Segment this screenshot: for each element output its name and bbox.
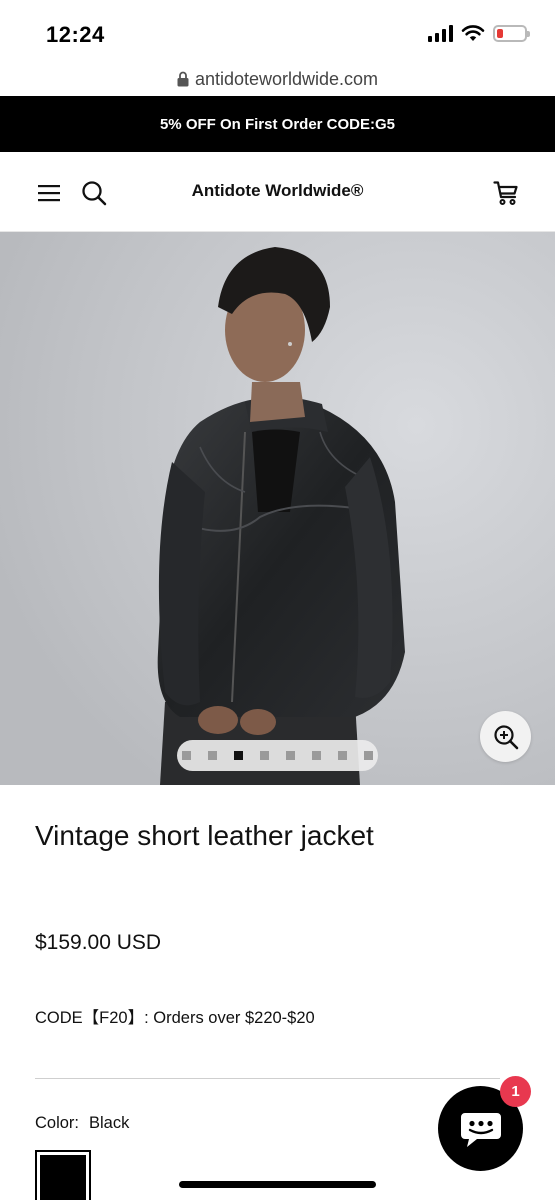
zoom-in-icon bbox=[493, 724, 518, 749]
gallery-dot[interactable] bbox=[182, 751, 191, 760]
product-photo bbox=[0, 232, 555, 785]
product-title: Vintage short leather jacket bbox=[35, 820, 374, 851]
color-label: Color: bbox=[35, 1114, 80, 1132]
promo-text: CODE【F20】: Orders over $220-$20 bbox=[35, 1009, 315, 1027]
lock-icon bbox=[177, 71, 189, 87]
status-icons bbox=[428, 24, 530, 42]
site-header: Antidote Worldwide® bbox=[0, 152, 555, 232]
zoom-button[interactable] bbox=[480, 711, 531, 762]
battery-icon bbox=[493, 24, 530, 42]
gallery-dot[interactable] bbox=[312, 751, 321, 760]
gallery-dot-active[interactable] bbox=[234, 751, 243, 760]
color-value: Black bbox=[89, 1114, 130, 1132]
announcement-bar: 5% OFF On First Order CODE:G5 bbox=[0, 96, 555, 152]
product-image[interactable] bbox=[0, 232, 555, 785]
color-row: Color: Black bbox=[35, 1114, 129, 1133]
product-price: $159.00 USD bbox=[35, 931, 162, 954]
gallery-dot[interactable] bbox=[208, 751, 217, 760]
announcement-text: 5% OFF On First Order CODE:G5 bbox=[159, 115, 396, 133]
color-swatch-black[interactable] bbox=[35, 1150, 91, 1200]
divider bbox=[35, 1078, 500, 1079]
wifi-icon bbox=[461, 25, 485, 41]
status-bar: 12:24 bbox=[0, 0, 555, 62]
chat-unread-badge: 1 bbox=[500, 1076, 531, 1107]
gallery-dot[interactable] bbox=[364, 751, 373, 760]
gallery-dot[interactable] bbox=[260, 751, 269, 760]
gallery-dot[interactable] bbox=[338, 751, 347, 760]
cart-icon bbox=[493, 181, 518, 205]
gallery-dot[interactable] bbox=[286, 751, 295, 760]
status-time: 12:24 bbox=[46, 22, 105, 47]
site-logo[interactable]: Antidote Worldwide® bbox=[0, 181, 555, 201]
image-pagination bbox=[177, 740, 378, 771]
chat-icon bbox=[460, 1112, 501, 1147]
url-bar[interactable]: antidoteworldwide.com bbox=[0, 62, 555, 96]
cart-button[interactable] bbox=[491, 178, 521, 208]
signal-icon bbox=[428, 24, 453, 42]
url-text: antidoteworldwide.com bbox=[194, 68, 379, 89]
home-indicator bbox=[179, 1181, 376, 1188]
